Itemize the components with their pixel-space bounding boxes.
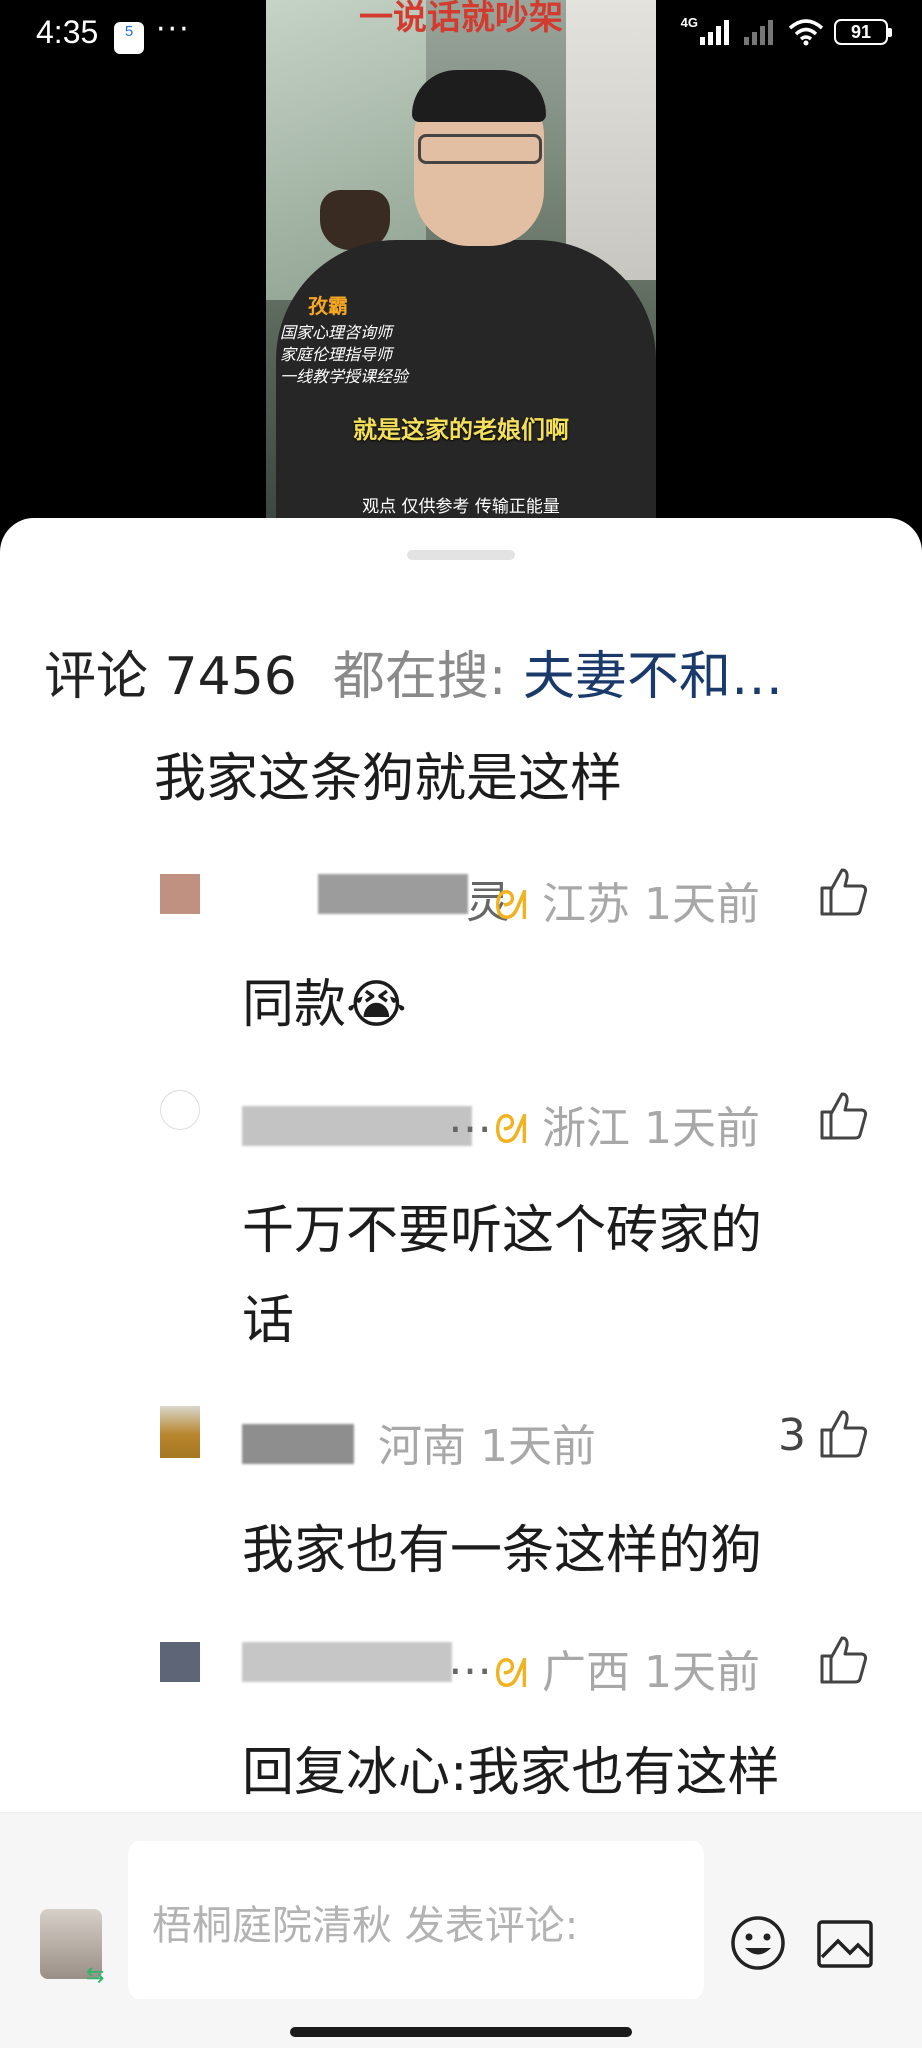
emoji-icon[interactable]	[730, 1915, 786, 1971]
credential-line: 一线教学授课经验	[280, 367, 409, 386]
like-icon[interactable]	[818, 1634, 870, 1686]
like-icon[interactable]	[818, 866, 870, 918]
reply-text: 同款😭	[242, 975, 407, 1035]
video-subtitle: 就是这家的老娘们啊	[353, 416, 569, 444]
comment-input-placeholder: 梧桐庭院清秋 发表评论:	[152, 1903, 579, 1949]
home-indicator[interactable]	[290, 2027, 632, 2037]
avatar[interactable]	[160, 1406, 200, 1458]
like-icon[interactable]	[818, 1408, 870, 1460]
status-indicators: 4G 91	[680, 14, 892, 46]
image-icon[interactable]	[816, 1919, 874, 1969]
reply-text: 我家也有一条这样的狗	[242, 1521, 763, 1581]
reply-text-line: 话	[242, 1291, 295, 1351]
search-prefix: 都在搜:	[332, 647, 507, 707]
video-host-name: 孜霸	[308, 294, 348, 318]
avatar[interactable]	[160, 874, 200, 914]
status-time: 4:35	[36, 14, 99, 50]
like-count: 3	[778, 1410, 806, 1461]
video-person-glasses	[418, 134, 542, 164]
status-bar: 4:35 5 ··· 4G 91	[0, 0, 922, 80]
top-comment-text: 我家这条狗就是这样	[154, 749, 623, 809]
panda-avatar[interactable]	[160, 1090, 200, 1130]
fan-badge-icon: ᘛ	[494, 1651, 529, 1697]
comment-input-bar: ⇆ 梧桐庭院清秋 发表评论:	[0, 1812, 922, 2048]
region-time: 河南 1天前	[378, 1421, 596, 1472]
reply-meta: 灵 ᘛ 江苏 1天前	[0, 868, 922, 932]
switch-account-icon[interactable]: ⇆	[86, 1963, 104, 1988]
credential-line: 家庭伦理指导师	[280, 345, 393, 364]
like-icon[interactable]	[818, 1090, 870, 1142]
wifi-icon	[788, 19, 824, 46]
sheet-drag-handle[interactable]	[407, 550, 515, 560]
username-blurred[interactable]	[318, 874, 468, 914]
credential-line: 国家心理咨询师	[280, 323, 393, 342]
region-time: ᘛ 浙江 1天前	[494, 1103, 761, 1154]
username-tail[interactable]: …	[448, 1092, 492, 1143]
reply-meta: 河南 1天前 3	[0, 1406, 922, 1478]
signal-icon	[700, 20, 729, 45]
network-type: 4G	[680, 14, 698, 30]
fan-badge-icon: ᘛ	[494, 883, 529, 929]
username-blurred[interactable]	[242, 1106, 472, 1146]
reply-meta: … ᘛ 广西 1天前	[0, 1634, 922, 1702]
username-tail[interactable]: …	[448, 1634, 492, 1685]
region-time: ᘛ 江苏 1天前	[494, 879, 761, 930]
avatar[interactable]	[160, 1642, 200, 1682]
more-notifications-icon: ···	[156, 12, 191, 47]
reply-meta: … ᘛ 浙江 1天前	[0, 1090, 922, 1158]
reply-text-line: 千万不要听这个砖家的	[242, 1201, 763, 1261]
trending-search-link[interactable]: 夫妻不和…	[523, 647, 783, 707]
fan-badge-icon: ᘛ	[494, 1107, 529, 1153]
username-blurred[interactable]	[242, 1642, 452, 1682]
battery-indicator: 91	[834, 19, 892, 45]
video-footer-caption: 观点 仅供参考 传输正能量	[362, 497, 560, 517]
signal-2-icon	[744, 20, 773, 45]
region-time: ᘛ 广西 1天前	[494, 1647, 761, 1698]
comments-header: 评论 7456 都在搜: 夫妻不和…	[44, 634, 783, 709]
comment-input[interactable]: 梧桐庭院清秋 发表评论:	[128, 1841, 704, 1999]
app-notification-icon: 5	[114, 22, 144, 54]
reply-text: 回复冰心:我家也有这样	[242, 1743, 780, 1803]
comment-count-label: 评论 7456	[44, 647, 297, 707]
video-credentials: 国家心理咨询师 家庭伦理指导师 一线教学授课经验	[280, 322, 408, 388]
username-blurred[interactable]	[242, 1424, 354, 1464]
